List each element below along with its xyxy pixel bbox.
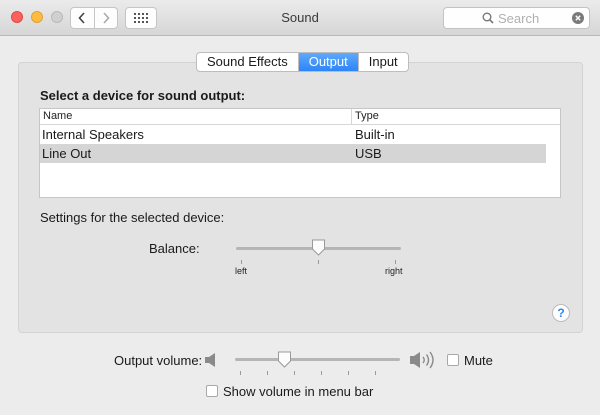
balance-slider-knob[interactable] xyxy=(311,239,326,256)
search-field[interactable] xyxy=(443,7,590,29)
balance-right-label: right xyxy=(385,266,403,276)
close-window-button[interactable] xyxy=(11,11,23,23)
minimize-window-button[interactable] xyxy=(31,11,43,23)
volume-slider-track[interactable] xyxy=(235,358,400,361)
slider-tick xyxy=(321,371,322,375)
slider-tick xyxy=(241,260,242,264)
title-bar: Sound xyxy=(0,0,600,36)
speaker-low-icon xyxy=(205,353,215,367)
device-name: Line Out xyxy=(42,146,92,161)
show-volume-label[interactable]: Show volume in menu bar xyxy=(223,384,373,399)
chevron-right-icon xyxy=(103,12,110,24)
slider-tick xyxy=(240,371,241,375)
chevron-left-icon xyxy=(78,12,85,24)
grid-icon xyxy=(134,13,148,23)
slider-tick xyxy=(395,260,396,264)
pane-tabs: Sound Effects Output Input xyxy=(196,52,409,72)
tab-input[interactable]: Input xyxy=(357,53,408,71)
balance-label: Balance: xyxy=(149,241,200,256)
slider-tick xyxy=(318,260,319,264)
slider-tick xyxy=(267,371,268,375)
device-heading: Select a device for sound output: xyxy=(40,88,246,103)
slider-tick xyxy=(375,371,376,375)
column-header-name[interactable]: Name xyxy=(43,110,72,122)
show-volume-checkbox[interactable] xyxy=(206,385,218,397)
tab-output[interactable]: Output xyxy=(297,53,358,71)
output-panel: Select a device for sound output: Name T… xyxy=(18,62,583,333)
forward-button[interactable] xyxy=(93,8,118,28)
column-header-type[interactable]: Type xyxy=(355,110,379,122)
device-type: Built-in xyxy=(355,127,395,142)
volume-slider-knob[interactable] xyxy=(277,351,292,368)
device-name: Internal Speakers xyxy=(42,127,144,142)
sound-preferences-window: Sound Sound Effects Output Input Select … xyxy=(0,0,600,415)
show-all-button[interactable] xyxy=(125,7,157,29)
mute-label[interactable]: Mute xyxy=(464,353,493,368)
output-volume-label: Output volume: xyxy=(114,353,203,368)
device-type: USB xyxy=(355,146,382,161)
table-row-line-out[interactable]: Line Out USB xyxy=(40,144,546,163)
search-input[interactable] xyxy=(498,10,568,26)
device-table[interactable]: Name Type Internal Speakers Built-in Lin… xyxy=(39,108,561,198)
help-button[interactable]: ? xyxy=(552,304,570,322)
slider-tick xyxy=(348,371,349,375)
clear-search-icon[interactable] xyxy=(572,12,584,24)
balance-left-label: left xyxy=(235,266,248,276)
navigation-buttons xyxy=(70,7,118,29)
speaker-high-icon xyxy=(410,351,434,369)
tab-sound-effects[interactable]: Sound Effects xyxy=(197,53,298,71)
settings-label: Settings for the selected device: xyxy=(40,210,225,225)
back-button[interactable] xyxy=(71,8,94,28)
column-divider xyxy=(351,109,352,124)
search-icon xyxy=(482,12,494,24)
mute-checkbox[interactable] xyxy=(447,354,459,366)
slider-tick xyxy=(294,371,295,375)
zoom-window-button[interactable] xyxy=(51,11,63,23)
table-header: Name Type xyxy=(40,109,560,125)
table-row-internal-speakers[interactable]: Internal Speakers Built-in xyxy=(40,125,560,144)
